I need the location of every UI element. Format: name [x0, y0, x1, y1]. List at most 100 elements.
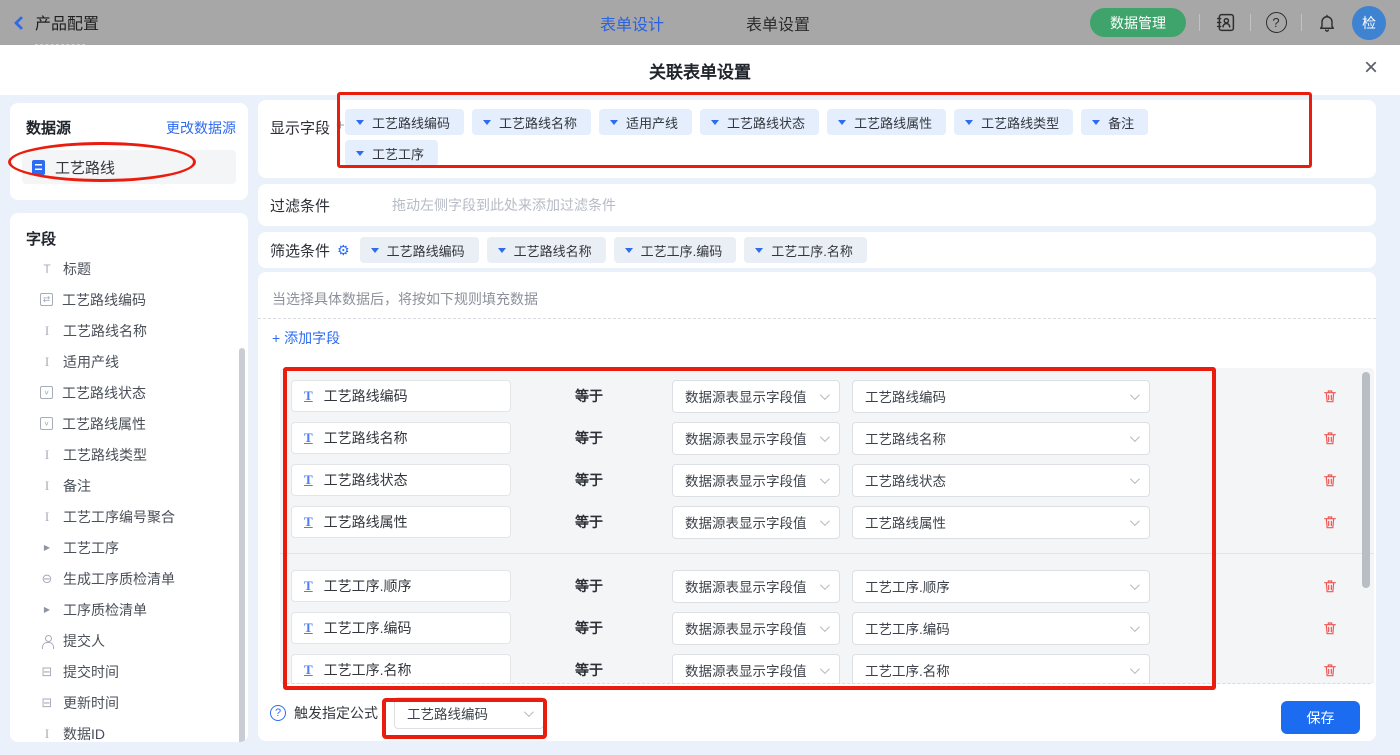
chevron-down-icon — [819, 389, 830, 400]
chevron-down-icon — [819, 621, 830, 632]
divider — [1199, 14, 1200, 31]
screening-tag[interactable]: 工艺工序.名称 — [744, 237, 867, 263]
field-item[interactable]: 工艺工序 — [10, 532, 248, 563]
divider — [258, 318, 1376, 319]
field-item[interactable]: 工艺路线状态 — [10, 377, 248, 408]
field-item[interactable]: 标题 — [10, 253, 248, 284]
display-field-tag[interactable]: 工艺路线状态 — [700, 109, 820, 135]
gear-icon[interactable]: ⚙ — [337, 242, 350, 259]
display-field-tag[interactable]: 工艺路线名称 — [472, 109, 592, 135]
rule-field-input[interactable]: T 工艺工序.编码 — [291, 612, 511, 644]
field-item[interactable]: 提交人 — [10, 625, 248, 656]
chevron-down-icon — [819, 515, 830, 526]
source-field-select[interactable]: 工艺工序.顺序 — [852, 569, 1150, 603]
source-type-select[interactable]: 数据源表显示字段值 — [672, 421, 840, 455]
rule-field-input[interactable]: T 工艺路线名称 — [291, 422, 511, 454]
rule-field-input[interactable]: T 工艺路线属性 — [291, 506, 511, 538]
screening-tag[interactable]: 工艺工序.编码 — [613, 237, 737, 263]
help-icon[interactable]: ? — [1264, 11, 1288, 35]
field-item[interactable]: 工艺路线名称 — [10, 315, 248, 346]
field-item[interactable]: 工艺工序编号聚合 — [10, 501, 248, 532]
source-field-select[interactable]: 工艺路线状态 — [852, 463, 1150, 497]
field-item[interactable]: 适用产线 — [10, 346, 248, 377]
rule-field-input[interactable]: T 工艺工序.名称 — [291, 654, 511, 683]
display-field-tag[interactable]: 工艺工序 — [345, 140, 439, 166]
tab-form-design[interactable]: 表单设计 — [600, 11, 664, 35]
delete-rule-icon[interactable] — [1322, 662, 1338, 678]
help-icon[interactable]: ? — [270, 705, 286, 721]
datasource-item[interactable]: 工艺路线 — [22, 150, 236, 184]
caret-down-icon — [838, 119, 847, 125]
screening-tag[interactable]: 工艺路线编码 — [359, 237, 479, 263]
field-item[interactable]: 备注 — [10, 470, 248, 501]
rule-field-input[interactable]: T 工艺路线状态 — [291, 464, 511, 496]
fields-scrollbar[interactable] — [239, 348, 245, 742]
add-field-link[interactable]: + 添加字段 — [272, 328, 340, 348]
add-display-field-icon[interactable]: + — [336, 117, 345, 138]
delete-rule-icon[interactable] — [1322, 430, 1338, 446]
rule-row: T 工艺路线属性 等于 数据源表显示字段值 工艺路线属性 — [291, 505, 1374, 539]
source-type-select[interactable]: 数据源表显示字段值 — [672, 463, 840, 497]
bell-icon[interactable] — [1315, 11, 1339, 35]
field-item[interactable]: 数据ID — [10, 718, 248, 742]
avatar[interactable]: 检 — [1352, 5, 1386, 40]
display-field-tag[interactable]: 备注 — [1081, 109, 1149, 135]
caret-down-icon — [755, 247, 764, 253]
delete-rule-icon[interactable] — [1322, 620, 1338, 636]
trigger-formula-select[interactable]: 工艺路线编码 — [394, 697, 544, 729]
source-type-select[interactable]: 数据源表显示字段值 — [672, 379, 840, 413]
source-type-select[interactable]: 数据源表显示字段值 — [672, 653, 840, 683]
page: 产品配置 表单设计 表单设置 数据管理 ? 检 关联表单设置 × 数据源 更改数… — [0, 0, 1400, 755]
rules-scrollbar[interactable] — [1362, 372, 1370, 588]
field-item[interactable]: 生成工序质检清单 — [10, 563, 248, 594]
address-book-icon[interactable] — [1213, 11, 1237, 35]
select-icon — [40, 417, 53, 430]
back-chevron-icon — [13, 15, 29, 30]
field-item[interactable]: 提交时间 — [10, 656, 248, 687]
back-button[interactable]: 产品配置 — [13, 0, 99, 45]
rule-row: T 工艺工序.名称 等于 数据源表显示字段值 工艺工序.名称 — [291, 653, 1374, 683]
delete-rule-icon[interactable] — [1322, 472, 1338, 488]
source-field-select[interactable]: 工艺路线编码 — [852, 379, 1150, 413]
display-field-tag[interactable]: 工艺路线类型 — [954, 109, 1074, 135]
display-field-tag[interactable]: 工艺路线属性 — [827, 109, 947, 135]
field-item[interactable]: 工艺路线属性 — [10, 408, 248, 439]
chevron-down-icon — [1129, 621, 1140, 632]
select-icon — [40, 386, 53, 399]
rule-row: T 工艺工序.编码 等于 数据源表显示字段值 工艺工序.编码 — [291, 611, 1374, 645]
trigger-formula-label: 触发指定公式 — [294, 705, 378, 721]
source-type-select[interactable]: 数据源表显示字段值 — [672, 569, 840, 603]
screening-tag[interactable]: 工艺路线名称 — [486, 237, 606, 263]
source-type-select[interactable]: 数据源表显示字段值 — [672, 611, 840, 645]
source-field-select[interactable]: 工艺工序.编码 — [852, 611, 1150, 645]
chevron-down-icon — [523, 706, 534, 717]
text-icon — [40, 355, 54, 369]
display-field-tag[interactable]: 适用产线 — [599, 109, 693, 135]
source-field-select[interactable]: 工艺路线属性 — [852, 505, 1150, 539]
data-manage-button[interactable]: 数据管理 — [1090, 8, 1186, 37]
rule-field-input[interactable]: T 工艺工序.顺序 — [291, 570, 511, 602]
delete-rule-icon[interactable] — [1322, 514, 1338, 530]
user-icon — [40, 634, 54, 649]
chevron-down-icon — [819, 579, 830, 590]
text-icon — [40, 448, 54, 462]
display-field-tag[interactable]: 工艺路线编码 — [345, 109, 465, 135]
field-item[interactable]: 工序质检清单 — [10, 594, 248, 625]
display-fields-row: 显示字段 + 工艺路线编码 工艺路线名称 适用产线 工艺路线状态 工艺路线属性 … — [258, 100, 1376, 178]
modal-body: 数据源 更改数据源 工艺路线 字段 标题 工艺路线编码 工艺路线名称 适用产线 … — [0, 92, 1400, 755]
topbar-tabs: 表单设计 表单设置 — [600, 0, 810, 45]
field-item[interactable]: 工艺路线编码 — [10, 284, 248, 315]
close-icon[interactable]: × — [1364, 56, 1378, 80]
source-field-select[interactable]: 工艺路线名称 — [852, 421, 1150, 455]
delete-rule-icon[interactable] — [1322, 578, 1338, 594]
change-datasource-link[interactable]: 更改数据源 — [166, 118, 236, 138]
tab-form-settings[interactable]: 表单设置 — [746, 11, 810, 35]
filter-dropzone[interactable]: 拖动左侧字段到此处来添加过滤条件 — [392, 195, 616, 215]
source-type-select[interactable]: 数据源表显示字段值 — [672, 505, 840, 539]
save-button[interactable]: 保存 — [1281, 701, 1360, 734]
rule-field-input[interactable]: T 工艺路线编码 — [291, 380, 511, 412]
field-item[interactable]: 更新时间 — [10, 687, 248, 718]
delete-rule-icon[interactable] — [1322, 388, 1338, 404]
source-field-select[interactable]: 工艺工序.名称 — [852, 653, 1150, 683]
field-item[interactable]: 工艺路线类型 — [10, 439, 248, 470]
